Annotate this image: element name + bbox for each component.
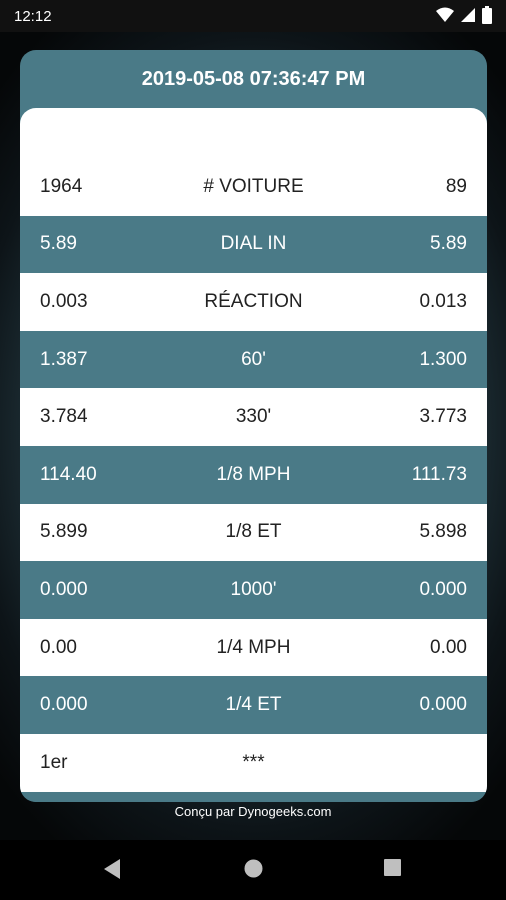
status-bar: 12:12 (0, 0, 506, 32)
row-left-value: 0.00 (40, 636, 77, 658)
back-icon[interactable] (102, 858, 122, 880)
row-label: 1/8 ET (225, 521, 282, 543)
table-row: 3.784 330' 3.773 (20, 388, 487, 446)
recents-icon[interactable] (383, 858, 402, 877)
row-right-value: 1.300 (419, 348, 467, 370)
card-top-curve (20, 108, 487, 158)
row-right-value: 5.898 (419, 521, 467, 543)
row-label: 1/4 MPH (216, 636, 291, 658)
row-label: 1000' (230, 578, 277, 600)
home-icon[interactable] (243, 858, 264, 879)
row-left-value: 0.000 (40, 694, 88, 716)
table-row: 0.00 1/4 MPH 0.00 (20, 618, 487, 677)
row-left-value: 0.000 (40, 578, 88, 600)
table-row: 1.387 60' 1.300 (20, 330, 487, 389)
row-label: 1/4 ET (225, 694, 282, 716)
row-right-value: 5.89 (430, 233, 467, 255)
table-row: 0.0091Différence (20, 791, 487, 802)
row-left-value: 1er (40, 751, 68, 773)
row-label: *** (242, 751, 265, 773)
table-row: 0.000 1000' 0.000 (20, 561, 487, 619)
battery-icon (482, 6, 492, 24)
row-left-value: 3.784 (40, 406, 88, 428)
row-label: 330' (235, 406, 272, 428)
row-right-value: 0.000 (419, 694, 467, 716)
row-right-value: 0.000 (419, 578, 467, 600)
row-label: # VOITURE (203, 175, 304, 197)
row-label: RÉACTION (204, 290, 303, 312)
row-label: 60' (241, 348, 266, 370)
row-right-value: 89 (445, 175, 467, 197)
row-left-value: 0.003 (40, 290, 88, 312)
status-time: 12:12 (14, 8, 52, 25)
row-right-value: 111.73 (411, 463, 467, 485)
wifi-icon (436, 7, 454, 22)
results-card: 2019-05-08 07:36:47 PM 1964 # VOITURE 89 5.… (20, 50, 487, 802)
footer-credit: Conçu par Dynogeeks.com (174, 804, 332, 819)
row-left-value: 1964 (40, 175, 83, 197)
table-row: 1964 # VOITURE 89 (20, 158, 487, 216)
table-row: 114.40 1/8 MPH 111.73 (20, 446, 487, 504)
signal-icon (461, 8, 475, 22)
row-right-value: 0.00 (430, 636, 467, 658)
row-left-value: 5.89 (40, 233, 77, 255)
results-datetime: 2019-05-08 07:36:47 PM (141, 67, 366, 90)
row-left-value: 5.899 (40, 521, 88, 543)
status-icons (436, 6, 492, 24)
table-row: 5.899 1/8 ET 5.898 (20, 503, 487, 562)
table-row: 0.003 RÉACTION 0.013 (20, 273, 487, 331)
row-right-value: 0.013 (419, 290, 467, 312)
row-label: DIAL IN (220, 233, 287, 255)
table-row: 5.89 DIAL IN 5.89 (20, 215, 487, 274)
row-right-value: 3.773 (419, 406, 467, 428)
row-left-value: 1.387 (40, 348, 88, 370)
navigation-bar (0, 840, 506, 900)
table-row: 1er *** (20, 734, 487, 792)
row-left-value: 114.40 (40, 463, 97, 485)
table-row: 0.000 1/4 ET 0.000 (20, 676, 487, 734)
